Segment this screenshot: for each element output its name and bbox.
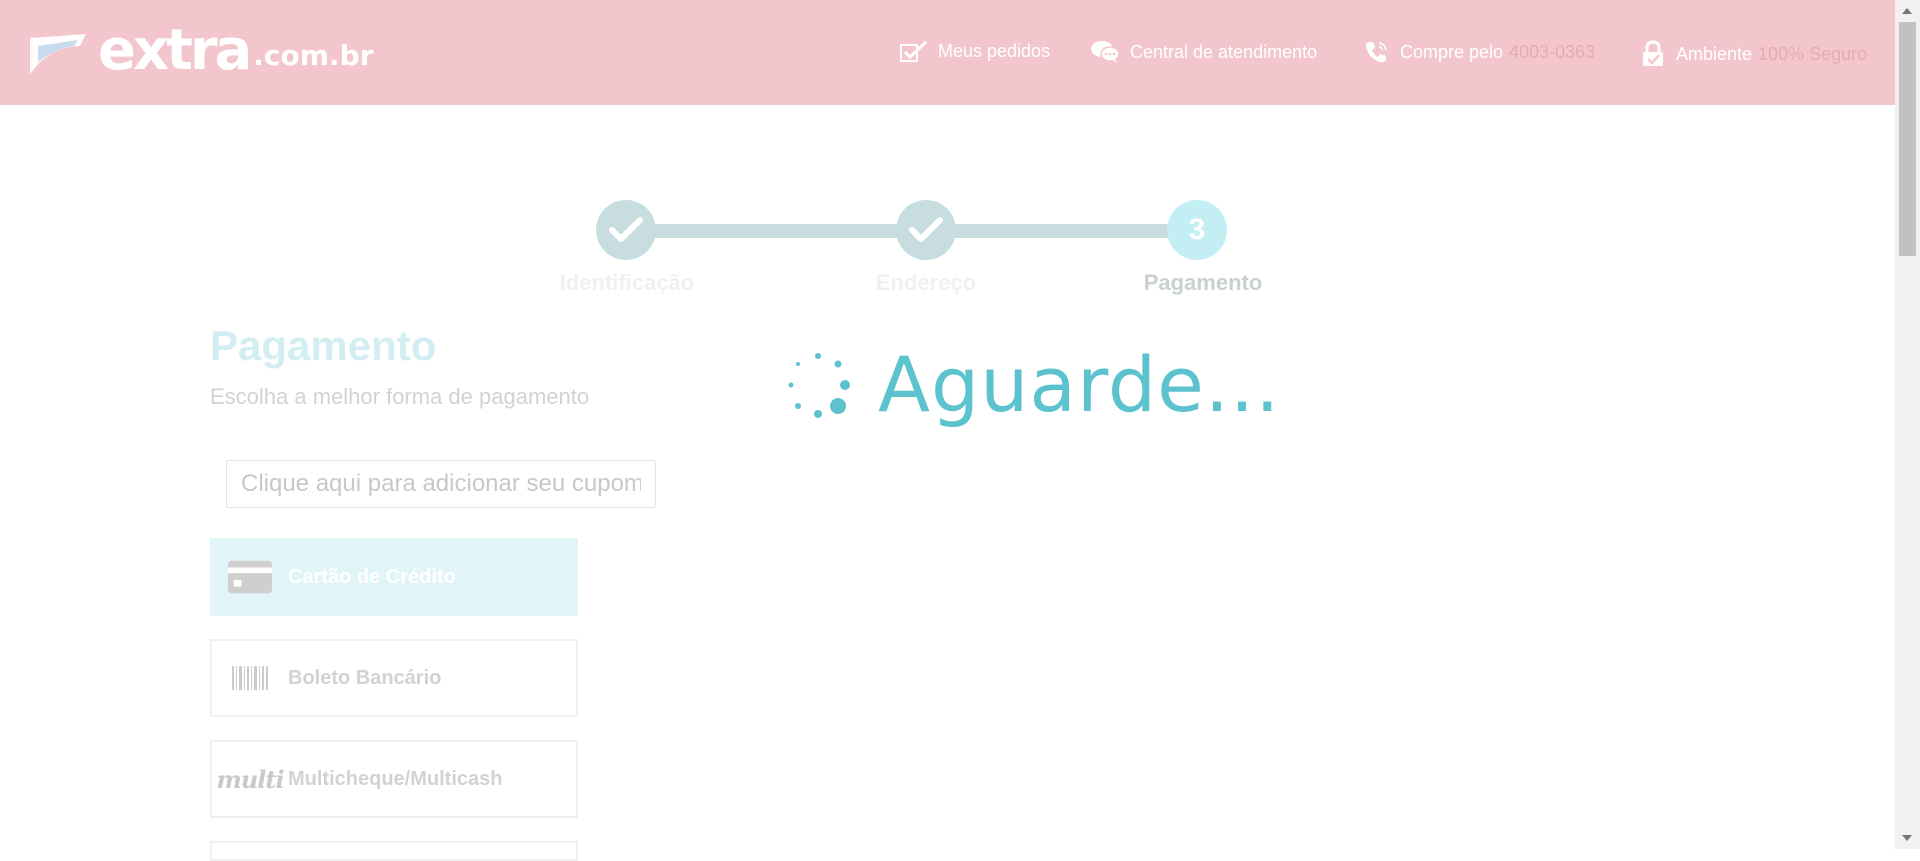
lock-icon <box>1643 40 1663 66</box>
loading-indicator: Aguarde... <box>780 340 1280 429</box>
scroll-up-arrow-icon[interactable] <box>1902 8 1912 14</box>
payment-option-multicheque[interactable]: multi Multicheque/Multicash <box>210 740 578 818</box>
step-label-identificacao: Identificação <box>559 270 695 295</box>
step-2-circle <box>896 200 956 260</box>
phone-contact[interactable]: Compre pelo 4003-0363 <box>1364 40 1595 64</box>
scrollbar-thumb[interactable] <box>1899 22 1916 256</box>
step-label-endereco: Endereço <box>875 270 977 295</box>
logo-domain: .com.br <box>253 39 374 72</box>
checkbox-check-icon <box>900 40 928 62</box>
site-header: extra .com.br Meus pedidos Central de at… <box>0 0 1895 105</box>
support-link[interactable]: Central de atendimento <box>1090 40 1317 64</box>
loading-text: Aguarde... <box>878 340 1281 429</box>
phone-icon <box>1366 42 1387 63</box>
environment-label: Ambiente <box>1676 43 1753 64</box>
buy-by-label: Compre pelo <box>1400 41 1504 62</box>
step-3-circle: 3 <box>1167 200 1227 260</box>
page-subtitle: Escolha a melhor forma de pagamento <box>210 384 590 409</box>
logo-flag-icon <box>30 34 86 74</box>
my-orders-link[interactable]: Meus pedidos <box>900 40 1050 62</box>
check-icon <box>909 217 943 242</box>
payment-option-label: Cartão de Crédito <box>288 565 456 588</box>
payment-option-credit-card[interactable]: Cartão de Crédito <box>210 538 578 616</box>
barcode-icon <box>228 664 272 692</box>
step-connector <box>630 224 900 238</box>
secure-label: 100% Seguro <box>1758 43 1868 64</box>
payment-option-boleto[interactable]: Boleto Bancário <box>210 639 578 717</box>
extra-logo[interactable]: extra .com.br <box>28 18 374 83</box>
logo-text: extra <box>98 18 252 83</box>
check-icon <box>609 217 643 242</box>
secure-badge: Ambiente 100% Seguro <box>1640 40 1867 68</box>
page-title: Pagamento <box>210 322 437 369</box>
step-label-pagamento: Pagamento <box>1143 270 1263 295</box>
vertical-scrollbar[interactable] <box>1895 0 1920 849</box>
multi-logo-text: multi <box>216 764 284 794</box>
my-orders-label: Meus pedidos <box>938 40 1051 61</box>
payment-option-label: Multicheque/Multicash <box>288 767 503 790</box>
scroll-down-arrow-icon[interactable] <box>1902 835 1912 841</box>
multi-logo-icon: multi <box>216 765 284 794</box>
credit-card-icon <box>228 560 272 594</box>
coupon-input[interactable] <box>226 460 656 508</box>
support-label: Central de atendimento <box>1130 41 1318 62</box>
step-1-circle <box>596 200 656 260</box>
payment-option-partial[interactable] <box>210 841 578 861</box>
payment-option-label: Boleto Bancário <box>288 666 442 689</box>
step-connector <box>930 224 1200 238</box>
spinner-icon <box>788 352 850 418</box>
chat-bubbles-icon <box>1091 41 1120 63</box>
phone-number: 4003-0363 <box>1509 41 1596 62</box>
